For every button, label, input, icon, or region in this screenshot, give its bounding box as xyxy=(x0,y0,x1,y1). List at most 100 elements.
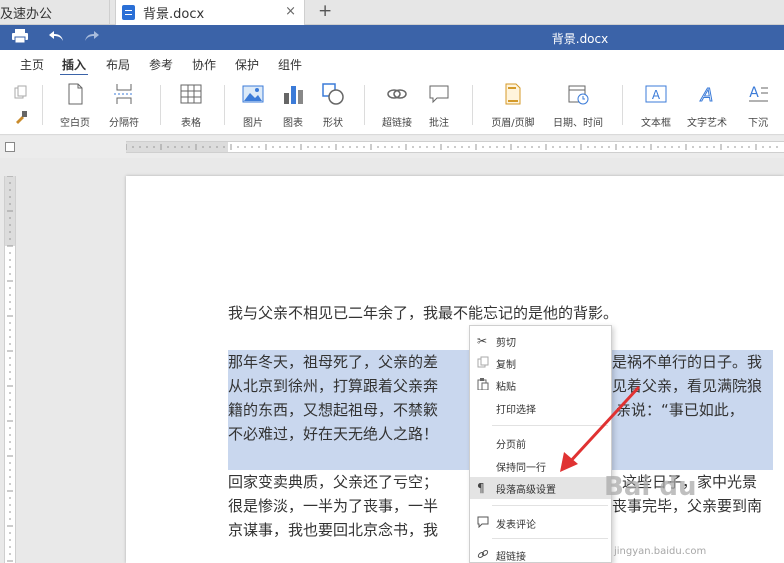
watermark-logo: Bai du xyxy=(604,472,697,502)
separator-button[interactable]: 分隔符 xyxy=(102,83,146,129)
ctx-paragraph-advanced-settings[interactable]: ¶ 段落高级设置 xyxy=(470,477,611,499)
menu-references[interactable]: 参考 xyxy=(149,56,173,73)
window-title: 背景.docx xyxy=(551,32,609,46)
baidu-watermark: Bai du jingyan.baidu.com xyxy=(604,466,784,561)
drop-cap-label: 下沉 xyxy=(748,118,768,129)
paragraph-2-line-3[interactable]: 籍的东西，又想起祖母，不禁簌 xyxy=(228,398,438,422)
menu-insert[interactable]: 插入 xyxy=(59,56,89,76)
print-icon[interactable] xyxy=(12,29,28,47)
blank-page-button[interactable]: 空白页 xyxy=(58,83,92,129)
paragraph-3-line-1[interactable]: 回家变卖典质，父亲还了亏空； xyxy=(228,470,438,494)
ruler-row xyxy=(0,136,784,158)
tab-other-app[interactable]: 及速办公 xyxy=(0,0,110,25)
menu-home[interactable]: 主页 xyxy=(20,56,44,73)
word-art-icon: A xyxy=(699,85,713,106)
comment-button[interactable]: 批注 xyxy=(424,83,454,129)
tab-stop-selector[interactable] xyxy=(5,142,15,152)
image-button[interactable]: 图片 xyxy=(238,83,268,129)
paste-icon xyxy=(477,378,489,393)
new-tab-button[interactable]: + xyxy=(318,1,332,21)
tab-other-label: 及速办公 xyxy=(0,7,53,22)
table-button[interactable]: 表格 xyxy=(174,83,208,129)
shape-button[interactable]: 形状 xyxy=(318,83,348,129)
hyperlink-button[interactable]: 超链接 xyxy=(380,83,414,129)
comment-icon xyxy=(477,516,489,531)
blank-page-icon xyxy=(68,83,83,105)
tab-document-label: 背景.docx xyxy=(143,7,205,22)
paragraph-3-line-2[interactable]: 很是惨淡，一半为了丧事，一半 xyxy=(228,494,438,518)
hyperlink-icon xyxy=(477,548,489,563)
chart-label: 图表 xyxy=(283,118,303,129)
ctx-page-break-before-label: 分页前 xyxy=(496,439,526,451)
title-bar: 背景.docx xyxy=(0,25,784,50)
ctx-keep-lines-together-label: 保持同一行 xyxy=(496,462,546,474)
paragraph-1[interactable]: 我与父亲不相见已二年余了，我最不能忘记的是他的背影。 xyxy=(228,301,618,325)
date-time-label: 日期、时间 xyxy=(553,118,603,129)
word-art-label: 文字艺术 xyxy=(687,118,727,129)
header-footer-label: 页眉/页脚 xyxy=(491,118,535,129)
menu-protection[interactable]: 保护 xyxy=(235,56,259,73)
svg-text:A: A xyxy=(749,85,759,101)
tab-bar: 及速办公 背景.docx × + xyxy=(0,0,784,25)
tab-document[interactable]: 背景.docx × xyxy=(115,0,305,25)
ctx-cut[interactable]: ✂ 剪切 xyxy=(470,330,611,352)
ribbon-toolbar: 空白页 分隔符 表格 图片 图表 形状 超链接 批注 页眉/页脚 日期、时间 A xyxy=(0,75,784,135)
ctx-paragraph-advanced-settings-label: 段落高级设置 xyxy=(496,484,556,496)
table-label: 表格 xyxy=(181,118,201,129)
ctx-copy[interactable]: 复制 xyxy=(470,352,611,374)
paragraph-2-line-2[interactable]: 从北京到徐州，打算跟着父亲奔 xyxy=(228,374,438,398)
watermark-url: jingyan.baidu.com xyxy=(614,546,707,557)
word-art-button[interactable]: A 文字艺术 xyxy=(684,83,730,130)
text-box-icon: A xyxy=(645,85,667,103)
comment-label: 批注 xyxy=(429,118,449,129)
separator-icon xyxy=(114,84,134,104)
svg-text:A: A xyxy=(652,88,661,102)
chart-icon xyxy=(284,86,303,104)
ctx-hyperlink[interactable]: 超链接 xyxy=(470,544,611,563)
hyperlink-icon xyxy=(387,89,407,99)
menu-collaboration[interactable]: 协作 xyxy=(192,56,216,73)
paragraph-3-line-3[interactable]: 京谋事，我也要回北京念书，我 xyxy=(228,518,438,542)
ctx-copy-label: 复制 xyxy=(496,359,516,371)
separator-label: 分隔符 xyxy=(109,118,139,129)
copy-style-icon[interactable] xyxy=(14,85,28,102)
ctx-hyperlink-label: 超链接 xyxy=(496,551,526,563)
ctx-paste-label: 粘贴 xyxy=(496,381,516,393)
scissors-icon: ✂ xyxy=(477,334,488,348)
menu-plugins[interactable]: 组件 xyxy=(278,56,302,73)
blank-page-label: 空白页 xyxy=(60,118,90,129)
header-footer-button[interactable]: 页眉/页脚 xyxy=(488,83,538,129)
vertical-ruler[interactable] xyxy=(4,176,16,563)
shape-icon xyxy=(322,83,344,105)
menu-bar: 主页 插入 布局 参考 协作 保护 组件 xyxy=(0,50,784,76)
date-time-icon xyxy=(568,85,589,105)
ctx-cut-label: 剪切 xyxy=(496,337,516,349)
table-icon xyxy=(180,84,202,104)
comment-icon xyxy=(429,85,449,104)
format-painter-icon[interactable] xyxy=(14,110,28,127)
text-box-label: 文本框 xyxy=(641,118,671,129)
horizontal-ruler[interactable] xyxy=(126,141,784,153)
hyperlink-label: 超链接 xyxy=(382,118,412,129)
ctx-add-comment-label: 发表评论 xyxy=(496,519,536,531)
text-box-button[interactable]: A 文本框 xyxy=(636,83,676,129)
paragraph-icon: ¶ xyxy=(477,481,485,495)
date-time-button[interactable]: 日期、时间 xyxy=(550,83,606,129)
paragraph-2-line-1-end[interactable]: 是祸不单行的日子。我 xyxy=(612,350,762,374)
paragraph-2-line-4[interactable]: 不必难过，好在天无绝人之路！ xyxy=(228,422,438,446)
ctx-add-comment[interactable]: 发表评论 xyxy=(470,512,611,534)
paragraph-2-line-1[interactable]: 那年冬天，祖母死了，父亲的差 xyxy=(228,350,438,374)
svg-text:A: A xyxy=(700,85,713,105)
redo-icon[interactable] xyxy=(84,29,100,47)
copy-icon xyxy=(477,356,489,371)
ruler-ticks xyxy=(126,144,778,150)
undo-icon[interactable] xyxy=(48,29,64,47)
header-footer-icon xyxy=(505,83,521,105)
drop-cap-button[interactable]: A 下沉 xyxy=(740,83,776,129)
ctx-print-selection-label: 打印选择 xyxy=(496,404,536,416)
chart-button[interactable]: 图表 xyxy=(278,83,308,129)
vertical-ruler-ticks xyxy=(7,176,13,562)
menu-layout[interactable]: 布局 xyxy=(106,56,130,73)
tab-close-icon[interactable]: × xyxy=(285,4,296,19)
image-label: 图片 xyxy=(243,118,263,129)
